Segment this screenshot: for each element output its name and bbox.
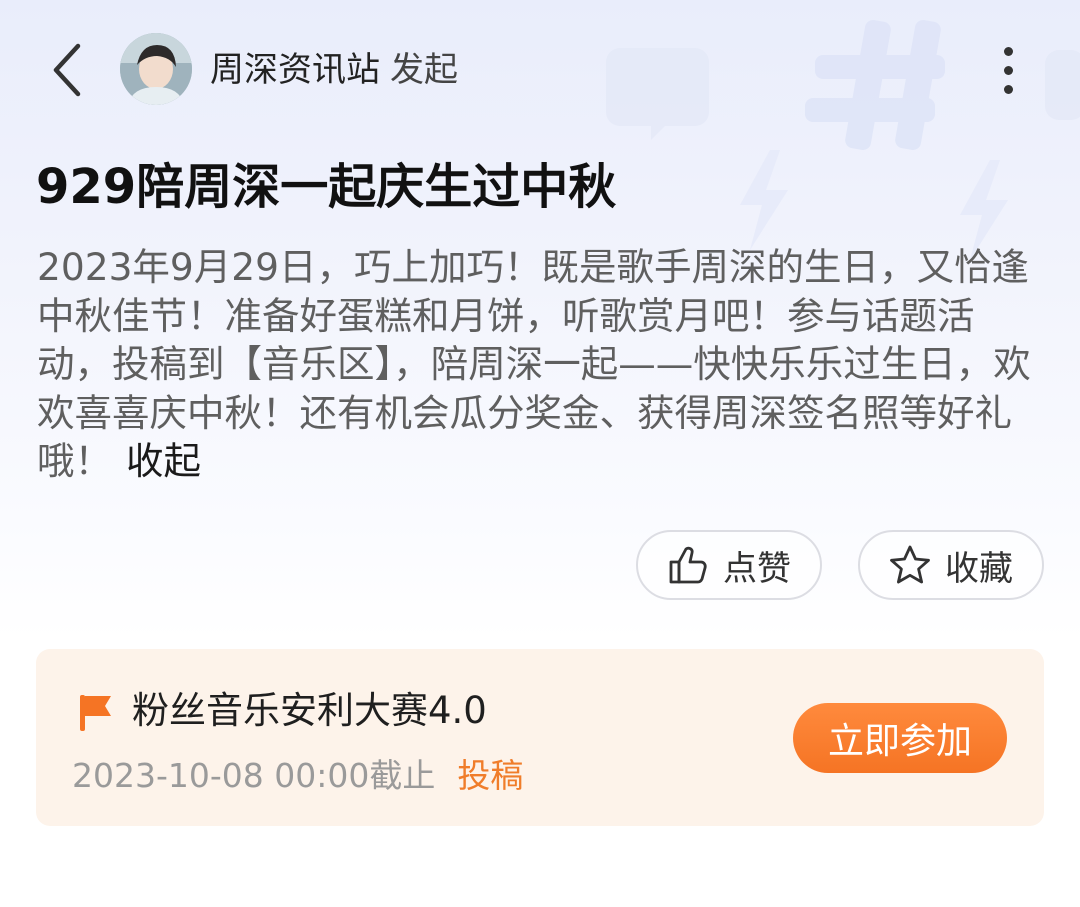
more-vertical-icon <box>1003 46 1013 56</box>
more-dot <box>1003 65 1013 75</box>
event-card[interactable]: 粉丝音乐安利大赛4.0 2023-10-08 00:00截止 投稿 立即参加 <box>36 649 1044 826</box>
flag-icon <box>80 695 111 731</box>
collapse-link[interactable]: 收起 <box>126 439 201 483</box>
topic-description: 2023年9月29日，巧上加巧！既是歌手周深的生日，又恰逢中秋佳节！准备好蛋糕和… <box>37 243 1047 486</box>
header-bar: 周深资讯站 发起 <box>0 0 1080 140</box>
fade-overlay <box>526 737 826 817</box>
submit-label[interactable]: 投稿 <box>457 756 523 795</box>
more-button[interactable] <box>988 38 1028 102</box>
event-deadline: 2023-10-08 00:00截止 投稿 <box>72 753 523 799</box>
more-dot <box>1003 84 1013 94</box>
event-name: 粉丝音乐安利大赛4.0 <box>132 689 487 732</box>
star-icon <box>890 545 930 584</box>
favorite-button[interactable]: 收藏 <box>858 530 1044 600</box>
initiator-info: 周深资讯站 发起 <box>210 46 458 94</box>
like-button[interactable]: 点赞 <box>636 530 822 600</box>
chevron-left-icon <box>53 43 81 97</box>
like-label: 点赞 <box>723 548 791 589</box>
avatar[interactable] <box>120 33 192 105</box>
join-button[interactable]: 立即参加 <box>793 703 1007 773</box>
deadline-text: 2023-10-08 00:00截止 <box>72 756 436 795</box>
back-button[interactable] <box>38 38 98 102</box>
thumbs-up-icon <box>669 546 707 584</box>
initiator-name[interactable]: 周深资讯站 <box>210 50 380 90</box>
favorite-label: 收藏 <box>945 548 1013 589</box>
initiator-suffix: 发起 <box>390 50 458 90</box>
topic-title: 929陪周深一起庆生过中秋 <box>36 159 617 215</box>
